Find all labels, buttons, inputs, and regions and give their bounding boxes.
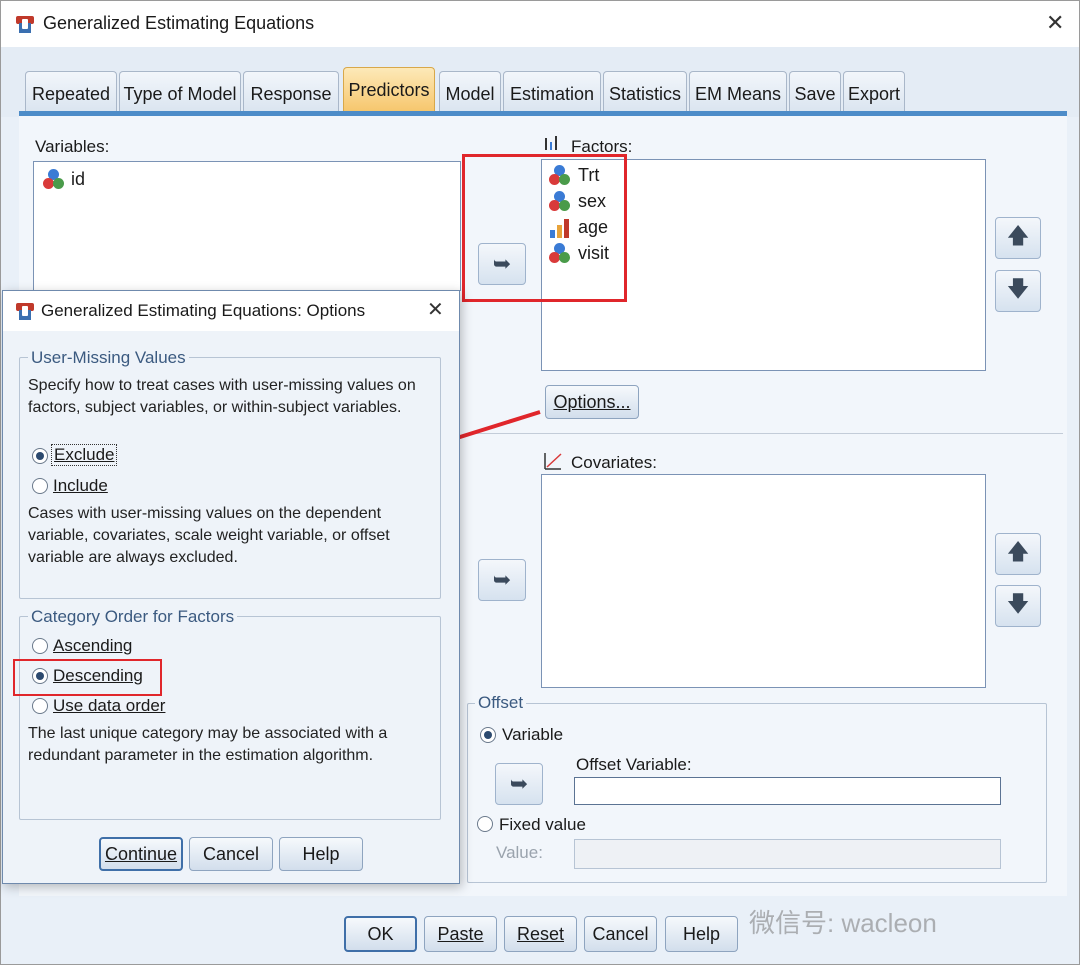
paste-button[interactable]: Paste [424,916,497,952]
offset-variable-label: Offset Variable: [576,755,692,774]
value-field [574,839,1001,869]
app-icon [15,14,35,34]
covariates-label: Covariates: [571,453,657,472]
include-radio[interactable] [32,478,48,494]
tab-repeated[interactable]: Repeated [25,71,117,111]
paste-button-label: Paste [437,923,484,944]
tab-save[interactable]: Save [789,71,841,111]
reset-button[interactable]: Reset [504,916,577,952]
window-title: Generalized Estimating Equations [43,13,315,33]
tab-predictors[interactable]: Predictors [343,67,435,113]
options-dialog-title: Generalized Estimating Equations: Option… [41,301,366,320]
user-missing-description: Specify how to treat cases with user-mis… [28,377,416,416]
offset-variable-field[interactable] [574,777,1001,805]
use-data-order-radio[interactable] [32,698,48,714]
fixed-value-radio-label: Fixed value [499,815,586,834]
factor-move-up-button[interactable]: 🡅 [995,217,1041,259]
exclude-radio-label: Exclude [51,444,118,466]
user-missing-note: Cases with user-missing values on the de… [28,505,390,566]
tab-model[interactable]: Model [439,71,501,111]
user-missing-title: User-Missing Values [28,348,189,368]
variables-list[interactable] [33,161,461,291]
app-icon [15,301,35,321]
move-to-offset-button[interactable]: ➥ [495,763,543,805]
nominal-icon [43,169,65,191]
close-icon[interactable]: ✕ [427,300,444,320]
options-button[interactable]: Options... [545,385,639,419]
value-label: Value: [496,843,543,862]
tab-statistics[interactable]: Statistics [603,71,687,111]
factor-icon [543,134,561,152]
covariate-move-down-button[interactable]: 🡇 [995,585,1041,627]
ok-button[interactable]: OK [344,916,417,952]
tab-em-means[interactable]: EM Means [689,71,787,111]
factor-move-down-button[interactable]: 🡇 [995,270,1041,312]
category-order-title: Category Order for Factors [28,607,238,627]
tab-export[interactable]: Export [843,71,905,111]
fixed-value-radio[interactable] [477,816,493,832]
ascending-radio[interactable] [32,638,48,654]
variable-item-id[interactable]: id [71,169,85,190]
exclude-radio[interactable] [32,448,48,464]
covariates-list[interactable] [541,474,986,688]
offset-variable-radio[interactable] [480,727,496,743]
tab-estimation[interactable]: Estimation [503,71,601,111]
continue-button[interactable]: Continue [99,837,183,871]
offset-variable-radio-label: Variable [502,725,564,744]
dialog-cancel-button[interactable]: Cancel [189,837,273,871]
covariate-move-up-button[interactable]: 🡅 [995,533,1041,575]
move-to-factors-button[interactable]: ➥ [478,243,526,285]
include-radio-label: Include [53,476,108,495]
category-order-note: The last unique category may be associat… [28,725,388,764]
descending-highlight-box [13,659,162,696]
options-button-label: Options... [553,391,631,412]
offset-group-title: Offset [475,693,527,713]
help-button[interactable]: Help [665,916,738,952]
separator [467,433,1063,434]
dialog-help-button[interactable]: Help [279,837,363,871]
move-to-covariates-button[interactable]: ➥ [478,559,526,601]
tab-response[interactable]: Response [243,71,339,111]
options-dialog: Generalized Estimating Equations: Option… [2,290,460,884]
use-data-order-radio-label: Use data order [53,696,166,715]
continue-button-label: Continue [104,843,178,864]
close-icon[interactable]: ✕ [1046,12,1064,34]
reset-button-label: Reset [516,923,565,944]
watermark: 微信号: wacleon [749,908,937,938]
cancel-button[interactable]: Cancel [584,916,657,952]
ascending-radio-label: Ascending [53,636,133,655]
tab-type-of-model[interactable]: Type of Model [119,71,241,111]
variables-label: Variables: [35,137,110,156]
